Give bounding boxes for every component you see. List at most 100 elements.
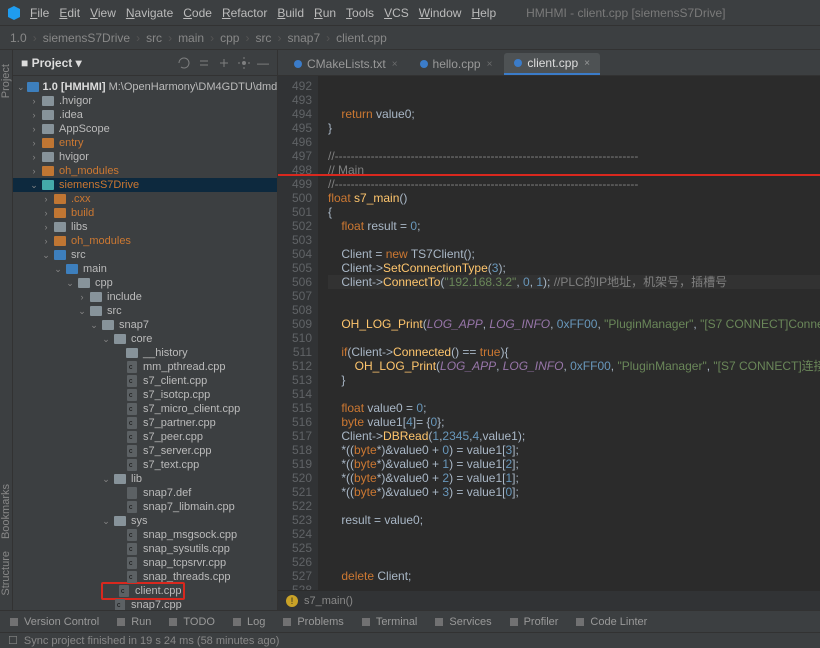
- code-editor[interactable]: 4924934944954964974984995005015025035045…: [278, 76, 820, 590]
- tool-version-control[interactable]: Version Control: [8, 616, 99, 628]
- tab-CMakeLists.txt[interactable]: CMakeLists.txt×: [284, 53, 408, 75]
- tree-item-s7_peer.cpp[interactable]: s7_peer.cpp: [13, 430, 277, 444]
- tree-item-s7_partner.cpp[interactable]: s7_partner.cpp: [13, 416, 277, 430]
- tree-item-s7_text.cpp[interactable]: s7_text.cpp: [13, 458, 277, 472]
- tree-item-s7_micro_client.cpp[interactable]: s7_micro_client.cpp: [13, 402, 277, 416]
- tree-item-snap7_libmain.cpp[interactable]: snap7_libmain.cpp: [13, 500, 277, 514]
- code-line-497[interactable]: //--------------------------------------…: [328, 149, 820, 163]
- crumb-siemensS7Drive[interactable]: siemensS7Drive: [43, 31, 130, 45]
- navigation-breadcrumb[interactable]: 1.0›siemensS7Drive›src›main›cpp›src›snap…: [0, 26, 820, 50]
- tree-item-main[interactable]: ⌄main: [13, 262, 277, 276]
- close-icon[interactable]: ×: [392, 59, 398, 70]
- code-line-510[interactable]: [328, 331, 820, 345]
- tab-client.cpp[interactable]: client.cpp×: [504, 53, 600, 75]
- code-line-519[interactable]: *((byte*)&value0 + 1) = value1[2];: [328, 457, 820, 471]
- tree-item-libs[interactable]: ›libs: [13, 220, 277, 234]
- menu-edit[interactable]: Edit: [59, 6, 80, 20]
- tree-item-s7_client.cpp[interactable]: s7_client.cpp: [13, 374, 277, 388]
- code-line-506[interactable]: Client->ConnectTo("192.168.3.2", 0, 1); …: [328, 275, 820, 289]
- tree-item-oh_modules[interactable]: ›oh_modules: [13, 164, 277, 178]
- tree-item-snap_sysutils.cpp[interactable]: snap_sysutils.cpp: [13, 542, 277, 556]
- code-line-514[interactable]: [328, 387, 820, 401]
- code-line-509[interactable]: OH_LOG_Print(LOG_APP, LOG_INFO, 0xFF00, …: [328, 317, 820, 331]
- crumb-src[interactable]: src: [255, 31, 271, 45]
- code-line-500[interactable]: float s7_main(): [328, 191, 820, 205]
- tree-item-s7_server.cpp[interactable]: s7_server.cpp: [13, 444, 277, 458]
- tool-terminal[interactable]: Terminal: [360, 616, 418, 628]
- project-tree[interactable]: ⌄1.0 [HMHMI] M:\OpenHarmony\DM4GDTU\dmdt…: [13, 76, 277, 610]
- collapse-icon[interactable]: [217, 56, 231, 70]
- code-line-515[interactable]: float value0 = 0;: [328, 401, 820, 415]
- crumb-main[interactable]: main: [178, 31, 204, 45]
- tool-problems[interactable]: Problems: [281, 616, 343, 628]
- tool-services[interactable]: Services: [433, 616, 491, 628]
- menu-view[interactable]: View: [90, 6, 116, 20]
- tree-item-oh_modules[interactable]: ›oh_modules: [13, 234, 277, 248]
- code-line-501[interactable]: {: [328, 205, 820, 219]
- code-line-512[interactable]: OH_LOG_Print(LOG_APP, LOG_INFO, 0xFF00, …: [328, 359, 820, 373]
- menu-navigate[interactable]: Navigate: [126, 6, 173, 20]
- menu-refactor[interactable]: Refactor: [222, 6, 267, 20]
- code-line-503[interactable]: [328, 233, 820, 247]
- code-line-507[interactable]: [328, 289, 820, 303]
- tree-item-__history[interactable]: __history: [13, 346, 277, 360]
- code-line-527[interactable]: delete Client;: [328, 569, 820, 583]
- code-line-526[interactable]: [328, 555, 820, 569]
- sidebar-tab-bookmarks[interactable]: Bookmarks: [0, 484, 12, 539]
- menu-code[interactable]: Code: [183, 6, 212, 20]
- code-line-524[interactable]: [328, 527, 820, 541]
- code-line-518[interactable]: *((byte*)&value0 + 0) = value1[3];: [328, 443, 820, 457]
- code-line-520[interactable]: *((byte*)&value0 + 2) = value1[1];: [328, 471, 820, 485]
- crumb-cpp[interactable]: cpp: [220, 31, 239, 45]
- close-icon[interactable]: ×: [584, 58, 590, 69]
- tree-item-src[interactable]: ⌄src: [13, 304, 277, 318]
- tool-run[interactable]: Run: [115, 616, 151, 628]
- code-line-508[interactable]: [328, 303, 820, 317]
- menu-run[interactable]: Run: [314, 6, 336, 20]
- crumb-client.cpp[interactable]: client.cpp: [336, 31, 387, 45]
- code-line-492[interactable]: [328, 79, 820, 93]
- crumb-snap7[interactable]: snap7: [287, 31, 320, 45]
- settings-icon[interactable]: [237, 56, 251, 70]
- code-line-523[interactable]: result = value0;: [328, 513, 820, 527]
- code-line-513[interactable]: }: [328, 373, 820, 387]
- tree-item-src[interactable]: ⌄src: [13, 248, 277, 262]
- tool-log[interactable]: Log: [231, 616, 265, 628]
- editor-breadcrumb[interactable]: ! s7_main(): [278, 590, 820, 610]
- sidebar-tab-structure[interactable]: Structure: [0, 551, 12, 596]
- code-line-522[interactable]: [328, 499, 820, 513]
- tree-item-snap7.cpp[interactable]: snap7.cpp: [13, 598, 277, 610]
- refresh-icon[interactable]: [177, 56, 191, 70]
- tree-item-snap_msgsock.cpp[interactable]: snap_msgsock.cpp: [13, 528, 277, 542]
- menu-file[interactable]: File: [30, 6, 49, 20]
- tree-item-snap_tcpsrvr.cpp[interactable]: snap_tcpsrvr.cpp: [13, 556, 277, 570]
- menu-build[interactable]: Build: [277, 6, 304, 20]
- menu-help[interactable]: Help: [471, 6, 496, 20]
- code-line-499[interactable]: //--------------------------------------…: [328, 177, 820, 191]
- menu-vcs[interactable]: VCS: [384, 6, 409, 20]
- tree-item-snap7[interactable]: ⌄snap7: [13, 318, 277, 332]
- hide-icon[interactable]: —: [257, 56, 269, 70]
- tree-item-sys[interactable]: ⌄sys: [13, 514, 277, 528]
- tool-code-linter[interactable]: Code Linter: [574, 616, 647, 628]
- tree-item-lib[interactable]: ⌄lib: [13, 472, 277, 486]
- code-line-495[interactable]: }: [328, 121, 820, 135]
- code-line-504[interactable]: Client = new TS7Client();: [328, 247, 820, 261]
- code-line-511[interactable]: if(Client->Connected() == true){: [328, 345, 820, 359]
- tool-profiler[interactable]: Profiler: [508, 616, 559, 628]
- tab-hello.cpp[interactable]: hello.cpp×: [410, 53, 503, 75]
- tree-item-mm_pthread.cpp[interactable]: mm_pthread.cpp: [13, 360, 277, 374]
- code-content[interactable]: return value0;}//-----------------------…: [318, 76, 820, 590]
- tool-todo[interactable]: TODO: [167, 616, 215, 628]
- close-icon[interactable]: ×: [487, 59, 493, 70]
- tree-item-include[interactable]: ›include: [13, 290, 277, 304]
- tree-item-.idea[interactable]: ›.idea: [13, 108, 277, 122]
- code-line-496[interactable]: [328, 135, 820, 149]
- code-line-521[interactable]: *((byte*)&value0 + 3) = value1[0];: [328, 485, 820, 499]
- tree-item-hvigor[interactable]: ›hvigor: [13, 150, 277, 164]
- tree-item-snap7.def[interactable]: snap7.def: [13, 486, 277, 500]
- tree-item-.cxx[interactable]: ›.cxx: [13, 192, 277, 206]
- code-line-516[interactable]: byte value1[4]= {0};: [328, 415, 820, 429]
- tree-root[interactable]: ⌄1.0 [HMHMI] M:\OpenHarmony\DM4GDTU\dmdt…: [13, 80, 277, 94]
- code-line-498[interactable]: // Main: [328, 163, 820, 177]
